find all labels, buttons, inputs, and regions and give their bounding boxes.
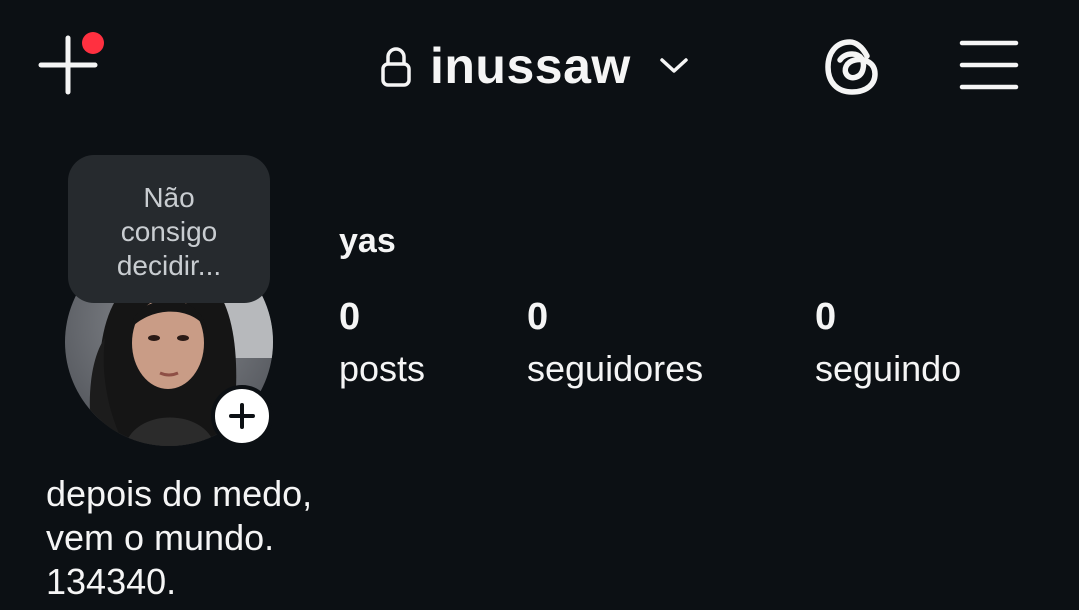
threads-icon bbox=[825, 39, 878, 95]
add-story-button[interactable] bbox=[211, 385, 273, 447]
stat-following[interactable]: 0 seguindo bbox=[815, 296, 961, 390]
bio-line: depois do medo, bbox=[46, 473, 313, 514]
create-button[interactable] bbox=[36, 32, 108, 96]
display-name: yas bbox=[339, 222, 396, 260]
stat-count: 0 bbox=[527, 296, 549, 338]
plus-icon bbox=[229, 403, 255, 429]
threads-button[interactable] bbox=[822, 36, 882, 98]
hamburger-menu-icon bbox=[959, 40, 1019, 90]
stat-followers[interactable]: 0 seguidores bbox=[527, 296, 703, 390]
stat-label: seguidores bbox=[527, 348, 704, 389]
note-bubble[interactable]: Não consigo decidir... bbox=[68, 155, 270, 303]
chevron-down-icon bbox=[660, 58, 688, 73]
notification-dot bbox=[82, 32, 104, 54]
bio-line: 134340. bbox=[46, 561, 177, 602]
top-bar: inussaw bbox=[0, 0, 1079, 135]
stat-label: seguindo bbox=[815, 348, 962, 389]
account-switcher[interactable]: inussaw bbox=[380, 34, 689, 98]
lock-icon bbox=[381, 47, 411, 87]
stat-label: posts bbox=[339, 348, 426, 389]
note-text: Não consigo decidir... bbox=[116, 182, 222, 281]
stat-posts[interactable]: 0 posts bbox=[339, 296, 425, 390]
stat-count: 0 bbox=[815, 296, 837, 338]
bio: depois do medo, vem o mundo. 134340. bbox=[46, 472, 312, 604]
profile-username: inussaw bbox=[430, 38, 631, 94]
bio-line: vem o mundo. bbox=[46, 517, 275, 558]
stat-count: 0 bbox=[339, 296, 361, 338]
menu-button[interactable] bbox=[958, 38, 1020, 92]
